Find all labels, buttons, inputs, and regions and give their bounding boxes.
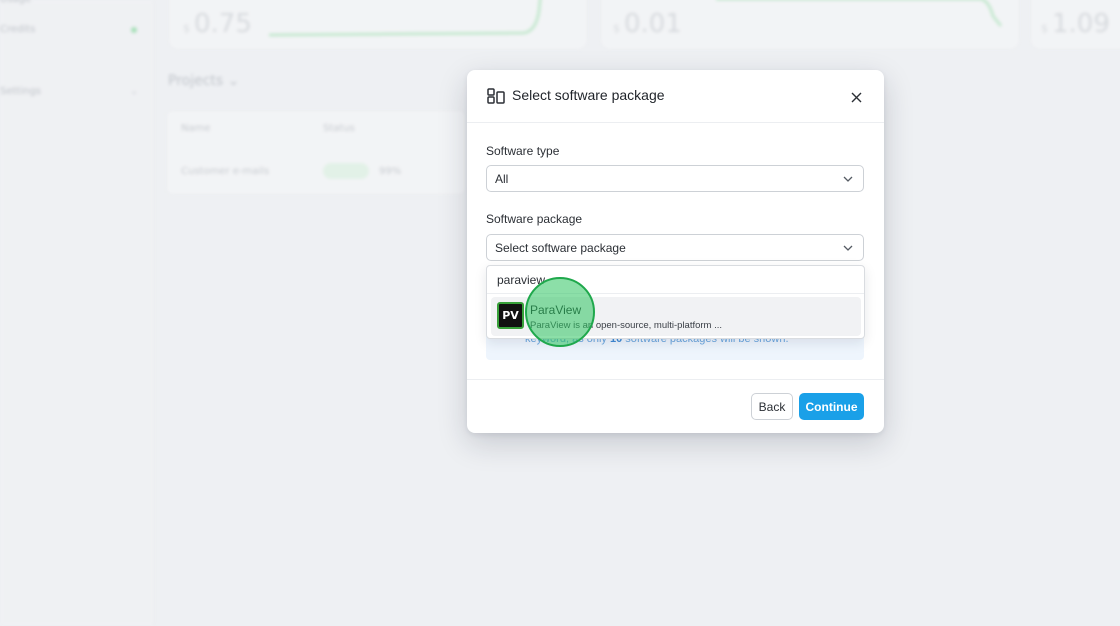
chevron-down-icon [843, 176, 853, 182]
software-type-value: All [495, 172, 509, 186]
chevron-down-icon: ⌄ [130, 86, 139, 97]
close-icon [851, 92, 861, 102]
sidebar-item: Usage [0, 0, 31, 5]
sidebar-item: Credits [0, 24, 36, 35]
paraview-logo-icon: PV [497, 302, 524, 329]
chevron-down-icon [843, 245, 853, 251]
section-title: Projects ⌄ [168, 73, 240, 89]
software-package-placeholder: Select software package [495, 241, 626, 255]
metric-card: $0.75 [168, 0, 588, 50]
table-cell: 99% [379, 166, 402, 177]
package-search-input[interactable] [487, 266, 864, 294]
software-type-label: Software type [486, 144, 560, 158]
status-badge [323, 163, 369, 179]
sidebar-item: Settings [0, 86, 42, 97]
option-title: ParaView [530, 303, 582, 317]
sidebar: Usage Credits Settings ⌄ [0, 0, 155, 626]
status-dot [131, 27, 137, 33]
metric-card: $0.01 [600, 0, 1020, 50]
software-type-select[interactable]: All [486, 165, 864, 192]
metric-value: $0.75 [183, 9, 252, 39]
sparkline [716, 0, 1003, 27]
metric-value: $0.01 [613, 9, 682, 39]
list-item-paraview[interactable]: PV ParaView ParaView is an open-source, … [491, 297, 861, 336]
option-description: ParaView is an open-source, multi-platfo… [530, 320, 723, 331]
sparkline [268, 0, 542, 37]
software-package-dropdown: PV ParaView ParaView is an open-source, … [486, 265, 865, 339]
dialog-footer: Back Continue [467, 379, 884, 433]
metric-card: $1.09 [1030, 0, 1120, 50]
continue-button[interactable]: Continue [799, 393, 864, 420]
software-package-label: Software package [486, 212, 583, 226]
back-button[interactable]: Back [751, 393, 793, 420]
projects-table: Name Status Customer e-mails 99% [166, 110, 466, 195]
table-header: Name [181, 123, 211, 134]
table-header: Status [323, 123, 355, 134]
select-software-dialog: Select software package Software type Al… [467, 70, 884, 433]
package-icon [487, 88, 505, 104]
close-button[interactable] [846, 87, 866, 107]
dialog-title: Select software package [512, 87, 665, 103]
software-package-select[interactable]: Select software package [486, 234, 864, 261]
metric-value: $1.09 [1041, 9, 1110, 39]
dialog-header: Select software package [467, 70, 884, 123]
table-cell: Customer e-mails [181, 166, 270, 177]
